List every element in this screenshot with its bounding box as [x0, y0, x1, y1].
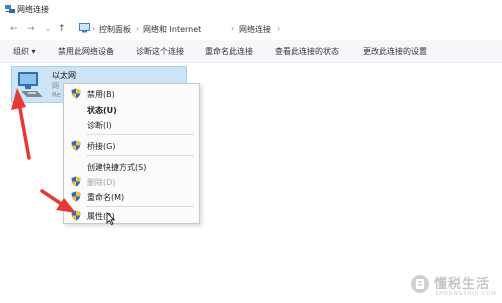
annotation-arrow-up [11, 88, 31, 160]
annotation-arrow-right [40, 189, 76, 213]
watermark-logo-icon [411, 275, 429, 293]
watermark-title: 懂税生活 [434, 277, 491, 292]
arrow-head [11, 88, 26, 110]
site-watermark: 懂税生活 SHDONGSHUI.COM [410, 273, 500, 301]
arrow-shaft [17, 101, 31, 160]
watermark-subtitle: SHDONGSHUI.COM [435, 291, 497, 297]
annotation-arrows [11, 88, 76, 213]
arrow-shaft [40, 189, 65, 207]
